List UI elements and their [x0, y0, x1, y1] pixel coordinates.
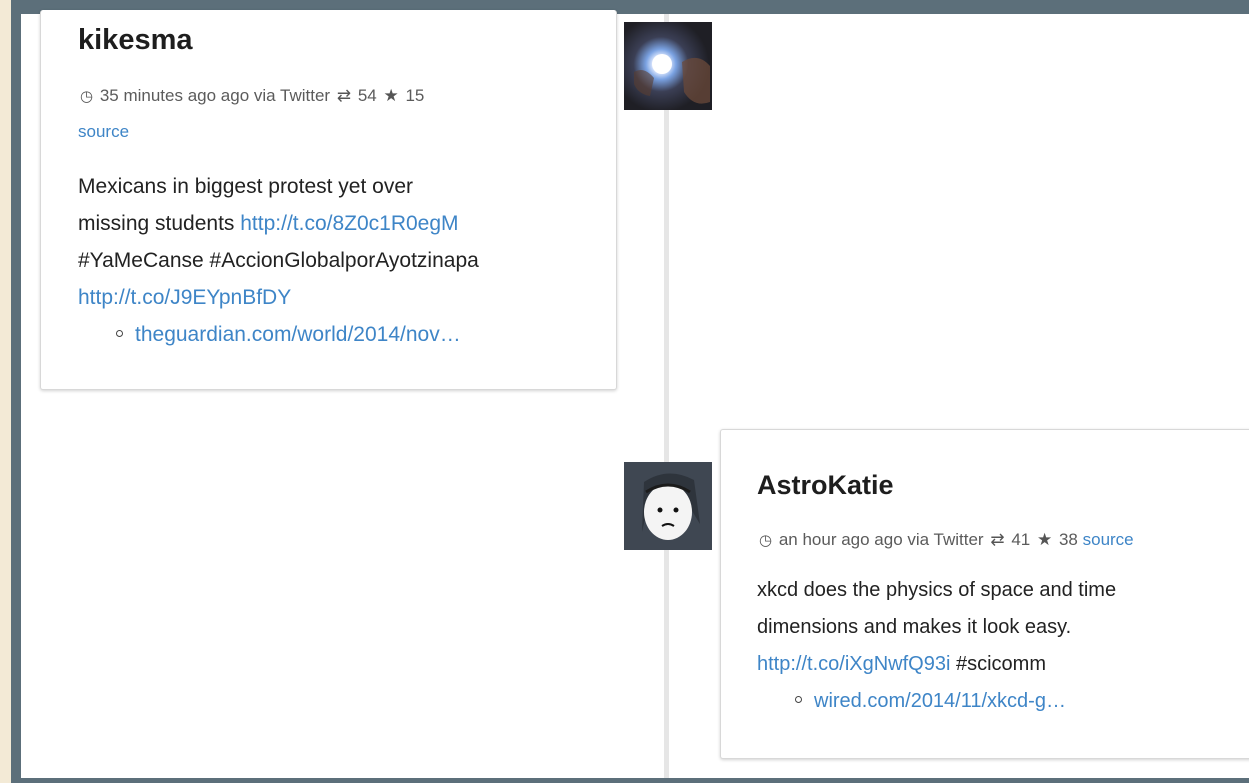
bullet-icon	[116, 329, 123, 337]
tweet-meta: ◷ 35 minutes ago ago via Twitter ⇄ 54 ★ …	[78, 86, 424, 106]
preview-link[interactable]: wired.com/2014/11/xkcd-g…	[814, 690, 1066, 712]
clock-icon: ◷	[80, 88, 94, 105]
preview-item: wired.com/2014/11/xkcd-g…	[757, 683, 1116, 720]
source-link[interactable]: source	[1083, 530, 1134, 549]
tweet-text: Mexicans in biggest protest yet over mis…	[78, 168, 479, 353]
tweet-time: 35 minutes ago ago via Twitter	[99, 86, 331, 105]
tweet-author[interactable]: kikesma	[78, 24, 193, 57]
clock-icon: ◷	[759, 532, 773, 549]
window-frame-left	[0, 0, 11, 783]
source-link[interactable]: source	[78, 122, 129, 142]
tweet-meta: ◷ an hour ago ago via Twitter ⇄ 41 ★ 38 …	[757, 530, 1134, 550]
timeline-line	[664, 14, 669, 778]
tweet-time: an hour ago ago via Twitter	[778, 530, 984, 549]
favorite-count: 38	[1058, 530, 1078, 549]
avatar[interactable]	[624, 462, 712, 550]
preview-item: theguardian.com/world/2014/nov…	[78, 316, 479, 353]
tweet-link[interactable]: http://t.co/J9EYpnBfDY	[78, 279, 479, 316]
retweet-icon: ⇄	[336, 86, 352, 105]
tweet-line: dimensions and makes it look easy.	[757, 616, 1072, 638]
favorite-count: 15	[405, 86, 425, 105]
preview-link[interactable]: theguardian.com/world/2014/nov…	[135, 323, 461, 346]
star-icon: ★	[383, 86, 399, 105]
tweet-card: AstroKatie ◷ an hour ago ago via Twitter…	[720, 429, 1249, 759]
tweet-line: missing students	[78, 212, 235, 235]
camera-flash-photo-icon	[634, 54, 710, 104]
retweet-icon: ⇄	[990, 530, 1005, 549]
tweet-text: xkcd does the physics of space and time …	[757, 572, 1116, 720]
tweet-line-with-link: http://t.co/iXgNwfQ93i #scicomm	[757, 646, 1116, 683]
tweet-link[interactable]: http://t.co/iXgNwfQ93i	[757, 653, 950, 675]
tweet-hashtags: #YaMeCanse #AccionGlobalporAyotzinapa	[78, 249, 479, 272]
retweet-count: 54	[357, 86, 377, 105]
tweet-card: kikesma ◷ 35 minutes ago ago via Twitter…	[40, 10, 617, 390]
tweet-link[interactable]: http://t.co/8Z0c1R0egM	[240, 212, 458, 235]
timeline-canvas: kikesma ◷ 35 minutes ago ago via Twitter…	[21, 10, 1249, 778]
cartoon-face-icon	[624, 462, 712, 550]
tweet-line: Mexicans in biggest protest yet over	[78, 175, 413, 198]
tweet-author[interactable]: AstroKatie	[757, 470, 894, 501]
tweet-line: xkcd does the physics of space and time	[757, 579, 1117, 601]
star-icon: ★	[1036, 530, 1053, 549]
tweet-hashtags: #scicomm	[955, 653, 1046, 675]
tweet-line-with-link: missing students http://t.co/8Z0c1R0egM	[78, 205, 479, 242]
retweet-count: 41	[1011, 530, 1031, 549]
bullet-icon	[795, 696, 802, 704]
avatar[interactable]	[624, 22, 712, 110]
